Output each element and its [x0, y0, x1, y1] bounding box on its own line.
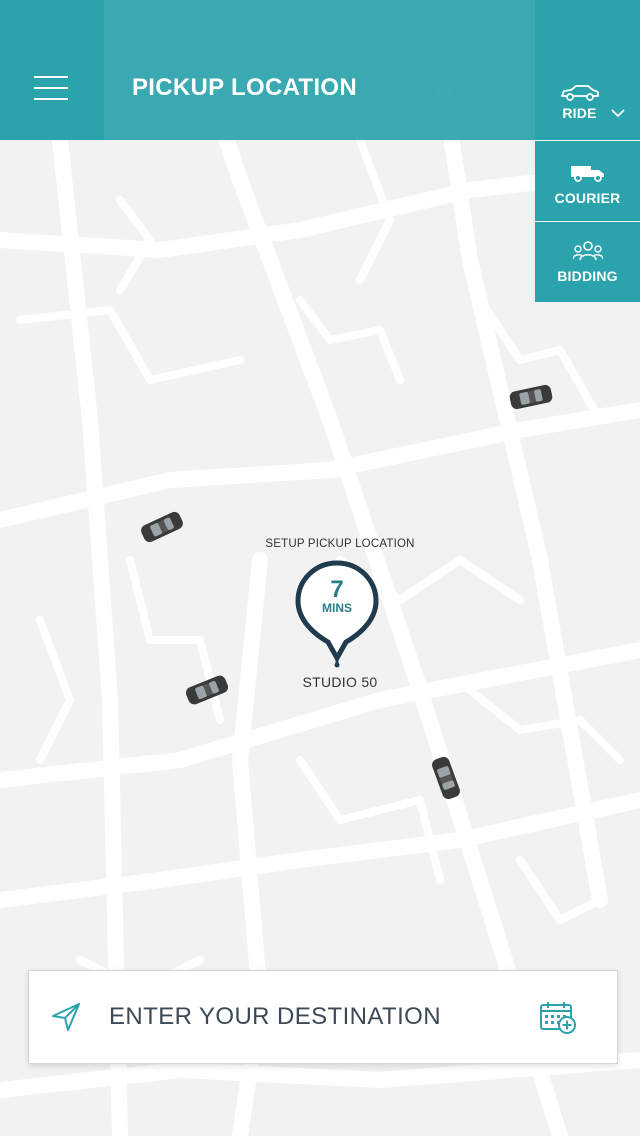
destination-input[interactable]: ENTER YOUR DESTINATION [28, 970, 618, 1064]
pin-caption: SETUP PICKUP LOCATION [265, 538, 415, 550]
pickup-pin[interactable]: SETUP PICKUP LOCATION 7 MINS STUDIO 50 [260, 536, 420, 696]
people-icon [573, 241, 603, 261]
pickup-place-name: STUDIO 50 [302, 674, 378, 690]
mode-bidding-label: BIDDING [557, 268, 618, 284]
chevron-down-icon[interactable] [611, 109, 625, 118]
mode-courier-label: COURIER [554, 190, 621, 206]
truck-icon [571, 166, 604, 182]
page-title: PICKUP LOCATION [132, 74, 357, 101]
mode-ride-button[interactable]: RIDE [535, 0, 640, 140]
car-icon [561, 85, 599, 101]
mode-courier-button[interactable]: COURIER [535, 141, 640, 221]
eta-value: 7 [330, 576, 344, 603]
hamburger-menu-icon[interactable] [34, 76, 68, 100]
destination-placeholder: ENTER YOUR DESTINATION [109, 1003, 441, 1030]
eta-unit: MINS [322, 601, 352, 615]
header-left-panel [0, 0, 104, 140]
header-bar: PICKUP LOCATION [104, 0, 535, 140]
send-arrow-icon [52, 1003, 80, 1031]
calendar-add-icon[interactable] [539, 1001, 577, 1035]
mode-bidding-button[interactable]: BIDDING [535, 222, 640, 302]
